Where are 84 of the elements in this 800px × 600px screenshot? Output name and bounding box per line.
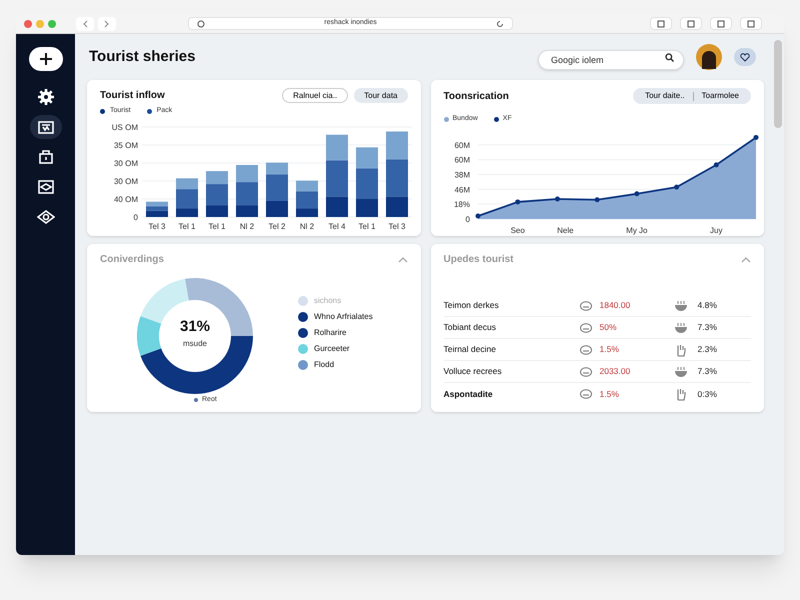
forward-button[interactable] <box>98 16 116 30</box>
table-cell-text: 2033.00 <box>600 365 632 378</box>
table-cell-text: Aspontadite <box>444 388 494 400</box>
axis-label: 30 OM <box>114 176 138 186</box>
reload-icon[interactable] <box>496 20 504 28</box>
axis-label: Tel 4 <box>328 222 346 230</box>
stacked-bar <box>146 201 168 216</box>
axis-label: 18% <box>453 200 470 209</box>
stacked-bar <box>206 170 228 216</box>
axis-label: 0 <box>134 212 138 222</box>
axis-label: Seo <box>510 226 524 234</box>
axis-label: 30 OM <box>114 158 138 168</box>
axis-label: 35 OM <box>114 140 138 150</box>
table-cell: 7.3% <box>698 365 717 378</box>
axis-label: Nl 2 <box>240 222 254 230</box>
legend-label: Gurceeter <box>314 343 350 355</box>
board-icon <box>36 119 54 135</box>
table-cell-text: 50% <box>600 321 618 334</box>
donut-label: msude <box>182 338 207 350</box>
axis-label: Tel 1 <box>358 222 376 230</box>
axis-label: Tel 2 <box>268 222 286 230</box>
axis-label: Tel 3 <box>148 222 166 230</box>
table-cell-text: 1.5% <box>600 388 620 400</box>
axis-label: 60M <box>454 140 470 150</box>
legend-label: Flodd <box>314 359 334 371</box>
table-cell-text: 1.5% <box>600 343 620 356</box>
axis-label: 40 OM <box>114 194 138 204</box>
bowl-icon <box>674 300 688 312</box>
back-button[interactable] <box>76 16 94 30</box>
search-icon <box>665 52 674 62</box>
table-cell-text: 1840.00 <box>600 299 632 312</box>
stacked-bar <box>356 146 378 216</box>
table-cell: 7.3% <box>698 321 717 334</box>
axis-label: Nele <box>556 226 574 234</box>
page-title: Tourist sheries <box>89 46 196 67</box>
table-cell-text: Volluce recrees <box>444 365 503 378</box>
axis-label: US OM <box>112 122 138 132</box>
screen-icon <box>36 179 54 195</box>
stacked-bar <box>236 164 258 216</box>
bowl-icon <box>674 366 688 378</box>
stacked-bar <box>176 178 198 216</box>
axis-label: 46M <box>454 184 470 194</box>
eye-icon <box>36 209 54 225</box>
scrollbar[interactable] <box>774 40 782 128</box>
segment-tab[interactable]: Tour daite.. <box>641 90 689 102</box>
axis-label: 38M <box>454 170 470 180</box>
donut-value: 31% <box>180 316 210 337</box>
bowl-icon <box>674 322 688 334</box>
filter-button[interactable]: Ralnuel cia.. <box>282 88 348 103</box>
heart-icon <box>740 52 750 62</box>
gear-icon <box>36 87 56 107</box>
axis-label: Tel 1 <box>178 222 196 230</box>
axis-label: Tel 3 <box>388 222 406 230</box>
chevron-left-icon <box>82 20 88 28</box>
legend-label: Whno Arfrialates <box>314 311 373 323</box>
chat-button[interactable] <box>734 48 756 66</box>
axis-label: 0 <box>465 214 470 224</box>
bag-icon <box>38 149 54 165</box>
table-cell-text: Tobiant decus <box>444 321 497 334</box>
sidebar-item[interactable] <box>30 115 62 139</box>
chevron-right-icon <box>104 20 110 28</box>
table-cell-text: Teirnal decine <box>444 343 497 356</box>
card-title: Toonsrication <box>444 90 509 104</box>
stacked-bar <box>266 162 288 216</box>
table-cell-text: Teimon derkes <box>444 299 500 312</box>
axis-label: Tel 1 <box>208 222 226 230</box>
axis-label: 60M <box>454 155 470 164</box>
table-cell: 4.8% <box>698 299 717 312</box>
card-title: Coniverdings <box>100 253 164 267</box>
table-cell: 2.3% <box>698 343 717 356</box>
card-title: Tourist inflow <box>100 89 165 103</box>
stacked-bar <box>296 180 318 216</box>
filter-button[interactable]: Tour data <box>354 88 408 103</box>
add-button[interactable] <box>28 47 62 71</box>
legend-label: sichons <box>314 295 342 307</box>
segment-tab[interactable]: Toarmolee <box>698 90 743 102</box>
legend-label: Rolharire <box>314 327 346 339</box>
search-field[interactable]: Googic iolem <box>538 50 684 70</box>
avatar[interactable] <box>696 44 722 70</box>
table-cell: 0:3% <box>698 388 717 400</box>
axis-label: My Jo <box>626 226 648 234</box>
axis-label: Nl 2 <box>300 222 314 230</box>
axis-label: Juy <box>710 226 722 234</box>
card-title: Upedes tourist <box>444 253 514 267</box>
